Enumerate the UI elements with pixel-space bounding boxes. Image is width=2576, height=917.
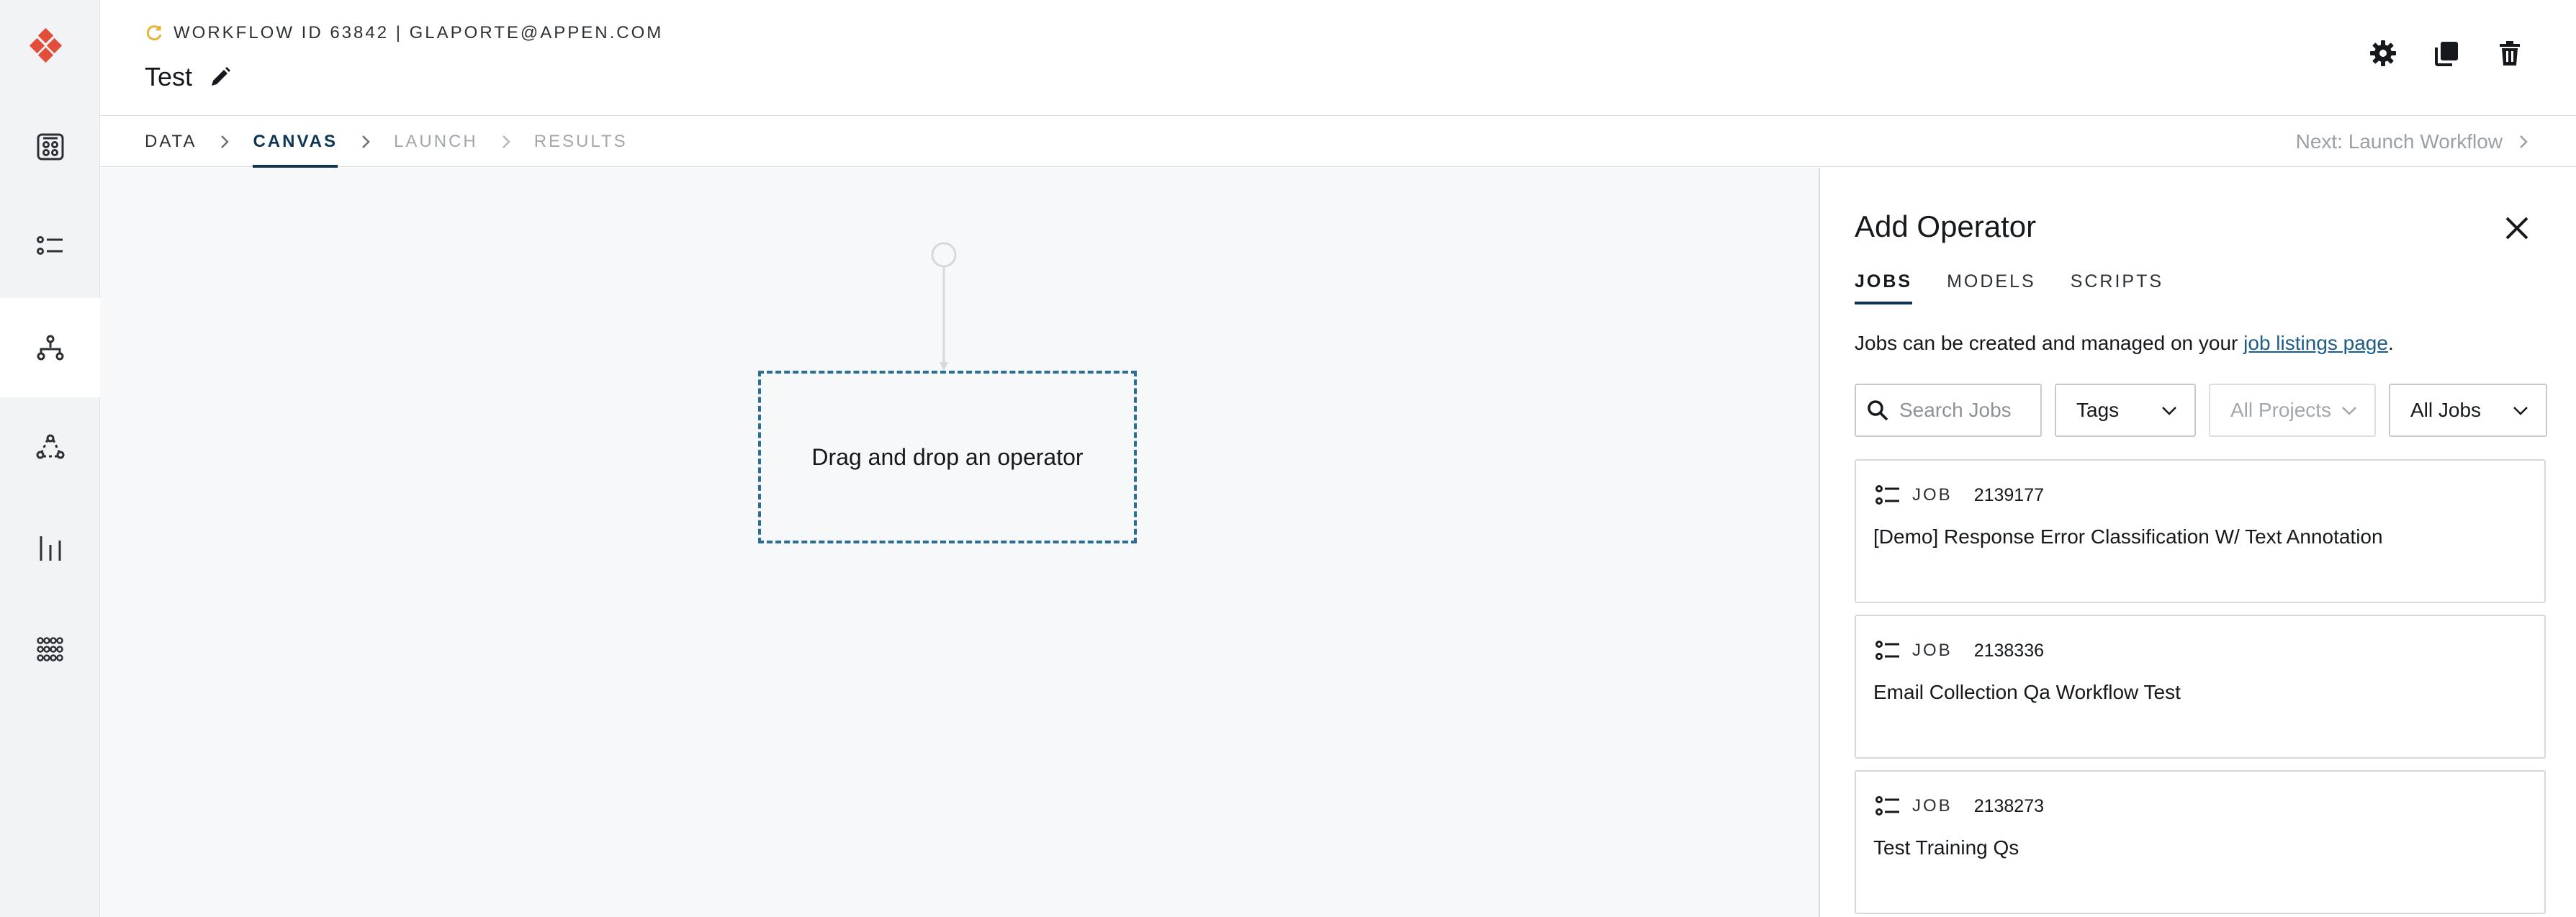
job-card-header: JOB 2138273 (1873, 792, 2044, 821)
workflow-icon (37, 335, 63, 361)
chevron-right-icon (502, 135, 510, 148)
left-rail (0, 0, 100, 917)
gear-icon[interactable] (2369, 39, 2397, 68)
jobs-scope-select[interactable]: All Jobs (2389, 384, 2547, 437)
list-icon (36, 236, 63, 255)
chevron-right-icon (221, 135, 230, 148)
projects-select-value: All Projects (2230, 399, 2332, 421)
tags-select-value: Tags (2076, 399, 2120, 421)
search-icon (1868, 400, 1888, 421)
header-actions (2369, 39, 2524, 68)
job-list-icon (1875, 796, 1899, 816)
job-card[interactable]: JOB 2139177 [Demo] Response Error Classi… (1855, 459, 2546, 603)
edit-pencil-icon[interactable] (208, 65, 233, 89)
app: WORKFLOW ID 63842 | GLAPORTE@APPEN.COM T… (0, 0, 2576, 917)
panel-title: Add Operator (1855, 209, 2037, 243)
chevron-right-icon (2520, 135, 2528, 148)
job-name: Email Collection Qa Workflow Test (1873, 681, 2181, 703)
operator-tabs: JOBS MODELS SCRIPTS (1855, 271, 2163, 304)
job-id: 2138273 (1973, 795, 2045, 816)
step-launch[interactable]: LAUNCH (394, 116, 478, 168)
connector-node-icon[interactable] (926, 240, 962, 376)
info-prefix: Jobs can be created and managed on your (1855, 332, 2244, 354)
apps-grid-icon (36, 637, 63, 661)
jobs-scope-value: All Jobs (2410, 399, 2482, 421)
trash-icon[interactable] (2495, 39, 2524, 68)
step-separator (338, 116, 394, 168)
operator-drop-zone[interactable]: Drag and drop an operator (758, 371, 1137, 543)
job-name: [Demo] Response Error Classification W/ … (1873, 525, 2383, 548)
dashboard-icon (37, 133, 63, 161)
step-separator (478, 116, 534, 168)
jobs-info-text: Jobs can be created and managed on your … (1855, 332, 2394, 355)
job-card[interactable]: JOB 2138336 Email Collection Qa Workflow… (1855, 615, 2546, 759)
workflow-title-row: Test (145, 62, 233, 92)
job-type-label: JOB (1912, 485, 1953, 505)
workflow-title: Test (145, 62, 193, 91)
tab-models[interactable]: MODELS (1947, 271, 2036, 304)
chevron-down-icon (2513, 407, 2528, 415)
job-id: 2139177 (1973, 484, 2045, 505)
job-card-header: JOB 2138336 (1873, 636, 2044, 665)
job-name: Test Training Qs (1873, 836, 2019, 859)
rail-item-jobs[interactable] (0, 196, 100, 296)
appen-logo-icon[interactable] (27, 27, 65, 65)
tab-scripts[interactable]: SCRIPTS (2071, 271, 2163, 304)
workflow-meta: WORKFLOW ID 63842 | GLAPORTE@APPEN.COM (145, 23, 663, 43)
job-listings-link[interactable]: job listings page (2243, 332, 2388, 354)
step-results[interactable]: RESULTS (534, 116, 628, 168)
job-type-label: JOB (1912, 641, 1953, 660)
rail-item-reports[interactable] (0, 499, 100, 598)
rail-item-workflows[interactable] (0, 298, 100, 397)
job-id: 2138336 (1973, 640, 2045, 661)
workflow-id-text: WORKFLOW ID 63842 | GLAPORTE@APPEN.COM (174, 23, 664, 42)
job-filters: Tags All Projects All Jobs (1855, 384, 2547, 437)
rail-item-apps[interactable] (0, 600, 100, 699)
close-icon[interactable] (2503, 214, 2531, 243)
workflow-canvas[interactable]: Drag and drop an operator (100, 168, 1819, 917)
tab-jobs[interactable]: JOBS (1855, 271, 1913, 304)
rail-item-dashboard[interactable] (0, 97, 100, 196)
job-type-label: JOB (1912, 796, 1953, 816)
copy-icon[interactable] (2432, 39, 2461, 68)
step-canvas[interactable]: CANVAS (253, 116, 338, 168)
search-jobs-input[interactable] (1899, 399, 2036, 422)
chevron-down-icon (2162, 407, 2176, 415)
search-box[interactable] (1855, 384, 2042, 437)
job-list-icon (1875, 485, 1899, 505)
network-icon (36, 434, 64, 459)
bar-chart-icon (40, 536, 60, 561)
projects-select[interactable]: All Projects (2209, 384, 2376, 437)
rail-item-models[interactable] (0, 398, 100, 497)
tags-select[interactable]: Tags (2055, 384, 2196, 437)
status-spinner-icon (146, 25, 162, 41)
workflow-steps: DATA CANVAS LAUNCH RESULTS Next: Launch … (100, 115, 2576, 168)
add-operator-panel: Add Operator JOBS MODELS SCRIPTS Jobs ca… (1819, 168, 2576, 917)
workflow-header: WORKFLOW ID 63842 | GLAPORTE@APPEN.COM T… (100, 0, 2576, 115)
job-card-header: JOB 2139177 (1873, 481, 2044, 510)
drop-zone-text: Drag and drop an operator (811, 443, 1084, 470)
next-launch-workflow-button[interactable]: Next: Launch Workflow (2296, 116, 2531, 168)
info-suffix: . (2387, 332, 2394, 354)
next-step-label: Next: Launch Workflow (2295, 130, 2503, 153)
job-list-icon (1875, 641, 1899, 660)
job-card[interactable]: JOB 2138273 Test Training Qs (1855, 770, 2546, 914)
chevron-right-icon (362, 135, 370, 148)
step-data[interactable]: DATA (145, 116, 197, 168)
chevron-down-icon (2342, 407, 2356, 415)
step-separator (197, 116, 253, 168)
step-list: DATA CANVAS LAUNCH RESULTS (145, 116, 628, 168)
